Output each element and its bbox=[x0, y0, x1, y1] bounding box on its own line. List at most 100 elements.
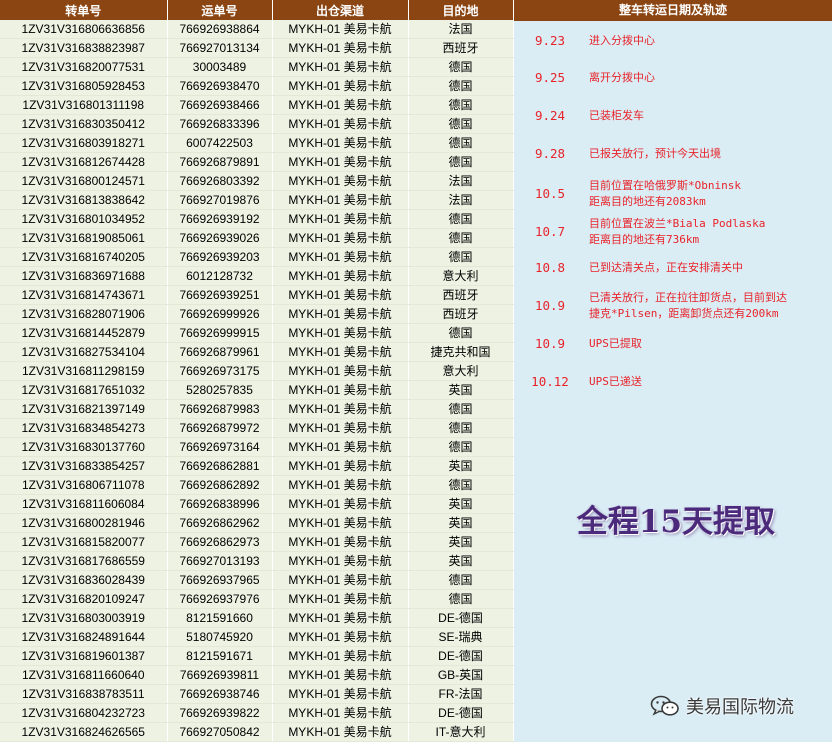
waybill-number-cell[interactable]: 766927013193 bbox=[167, 551, 273, 571]
channel-cell[interactable]: MYKH-01 美易卡航 bbox=[272, 703, 409, 723]
waybill-number-cell[interactable]: 766926999915 bbox=[167, 323, 273, 343]
destination-cell[interactable]: 西班牙 bbox=[408, 285, 514, 305]
channel-cell[interactable]: MYKH-01 美易卡航 bbox=[272, 304, 409, 324]
transfer-number-cell[interactable]: 1ZV31V316824626565 bbox=[0, 722, 168, 742]
header-tracking[interactable]: 整车转运日期及轨迹 bbox=[514, 0, 832, 21]
channel-cell[interactable]: MYKH-01 美易卡航 bbox=[272, 133, 409, 153]
waybill-number-cell[interactable]: 766926973164 bbox=[167, 437, 273, 457]
transfer-number-cell[interactable]: 1ZV31V316803918271 bbox=[0, 133, 168, 153]
channel-cell[interactable]: MYKH-01 美易卡航 bbox=[272, 513, 409, 533]
waybill-number-cell[interactable]: 766926833396 bbox=[167, 114, 273, 134]
waybill-number-cell[interactable]: 6012128732 bbox=[167, 266, 273, 286]
waybill-number-cell[interactable]: 8121591671 bbox=[167, 646, 273, 666]
destination-cell[interactable]: 德国 bbox=[408, 76, 514, 96]
destination-cell[interactable]: 法国 bbox=[408, 171, 514, 191]
transfer-number-cell[interactable]: 1ZV31V316806711078 bbox=[0, 475, 168, 495]
waybill-number-cell[interactable]: 766927019876 bbox=[167, 190, 273, 210]
transfer-number-cell[interactable]: 1ZV31V316801311198 bbox=[0, 95, 168, 115]
channel-cell[interactable]: MYKH-01 美易卡航 bbox=[272, 380, 409, 400]
header-waybill-number[interactable]: 运单号 bbox=[167, 0, 273, 20]
waybill-number-cell[interactable]: 766927013134 bbox=[167, 38, 273, 58]
channel-cell[interactable]: MYKH-01 美易卡航 bbox=[272, 38, 409, 58]
destination-cell[interactable]: 德国 bbox=[408, 247, 514, 267]
destination-cell[interactable]: 德国 bbox=[408, 323, 514, 343]
destination-cell[interactable]: 意大利 bbox=[408, 361, 514, 381]
transfer-number-cell[interactable]: 1ZV31V316800281946 bbox=[0, 513, 168, 533]
waybill-number-cell[interactable]: 766926862881 bbox=[167, 456, 273, 476]
transfer-number-cell[interactable]: 1ZV31V316814743671 bbox=[0, 285, 168, 305]
transfer-number-cell[interactable]: 1ZV31V316817651032 bbox=[0, 380, 168, 400]
channel-cell[interactable]: MYKH-01 美易卡航 bbox=[272, 722, 409, 742]
waybill-number-cell[interactable]: 5180745920 bbox=[167, 627, 273, 647]
channel-cell[interactable]: MYKH-01 美易卡航 bbox=[272, 114, 409, 134]
transfer-number-cell[interactable]: 1ZV31V316833854257 bbox=[0, 456, 168, 476]
transfer-number-cell[interactable]: 1ZV31V316815820077 bbox=[0, 532, 168, 552]
destination-cell[interactable]: 德国 bbox=[408, 418, 514, 438]
waybill-number-cell[interactable]: 8121591660 bbox=[167, 608, 273, 628]
destination-cell[interactable]: GB-英国 bbox=[408, 665, 514, 685]
transfer-number-cell[interactable]: 1ZV31V316812674428 bbox=[0, 152, 168, 172]
channel-cell[interactable]: MYKH-01 美易卡航 bbox=[272, 475, 409, 495]
channel-cell[interactable]: MYKH-01 美易卡航 bbox=[272, 171, 409, 191]
transfer-number-cell[interactable]: 1ZV31V316801034952 bbox=[0, 209, 168, 229]
waybill-number-cell[interactable]: 766926973175 bbox=[167, 361, 273, 381]
channel-cell[interactable]: MYKH-01 美易卡航 bbox=[272, 684, 409, 704]
transfer-number-cell[interactable]: 1ZV31V316804232723 bbox=[0, 703, 168, 723]
waybill-number-cell[interactable]: 766927050842 bbox=[167, 722, 273, 742]
channel-cell[interactable]: MYKH-01 美易卡航 bbox=[272, 665, 409, 685]
transfer-number-cell[interactable]: 1ZV31V316803003919 bbox=[0, 608, 168, 628]
destination-cell[interactable]: 英国 bbox=[408, 513, 514, 533]
waybill-number-cell[interactable]: 766926938470 bbox=[167, 76, 273, 96]
waybill-number-cell[interactable]: 766926938466 bbox=[167, 95, 273, 115]
waybill-number-cell[interactable]: 766926879972 bbox=[167, 418, 273, 438]
transfer-number-cell[interactable]: 1ZV31V316805928453 bbox=[0, 76, 168, 96]
channel-cell[interactable]: MYKH-01 美易卡航 bbox=[272, 152, 409, 172]
waybill-number-cell[interactable]: 766926879891 bbox=[167, 152, 273, 172]
waybill-number-cell[interactable]: 766926939203 bbox=[167, 247, 273, 267]
channel-cell[interactable]: MYKH-01 美易卡航 bbox=[272, 551, 409, 571]
destination-cell[interactable]: DE-德国 bbox=[408, 646, 514, 666]
transfer-number-cell[interactable]: 1ZV31V316838823987 bbox=[0, 38, 168, 58]
destination-cell[interactable]: 德国 bbox=[408, 570, 514, 590]
waybill-number-cell[interactable]: 766926939811 bbox=[167, 665, 273, 685]
destination-cell[interactable]: 德国 bbox=[408, 209, 514, 229]
transfer-number-cell[interactable]: 1ZV31V316828071906 bbox=[0, 304, 168, 324]
destination-cell[interactable]: IT-意大利 bbox=[408, 722, 514, 742]
destination-cell[interactable]: 德国 bbox=[408, 228, 514, 248]
waybill-number-cell[interactable]: 766926879983 bbox=[167, 399, 273, 419]
channel-cell[interactable]: MYKH-01 美易卡航 bbox=[272, 399, 409, 419]
channel-cell[interactable]: MYKH-01 美易卡航 bbox=[272, 532, 409, 552]
waybill-number-cell[interactable]: 766926939192 bbox=[167, 209, 273, 229]
channel-cell[interactable]: MYKH-01 美易卡航 bbox=[272, 190, 409, 210]
transfer-number-cell[interactable]: 1ZV31V316830350412 bbox=[0, 114, 168, 134]
transfer-number-cell[interactable]: 1ZV31V316817686559 bbox=[0, 551, 168, 571]
transfer-number-cell[interactable]: 1ZV31V316830137760 bbox=[0, 437, 168, 457]
waybill-number-cell[interactable]: 766926803392 bbox=[167, 171, 273, 191]
destination-cell[interactable]: 德国 bbox=[408, 475, 514, 495]
transfer-number-cell[interactable]: 1ZV31V316811606084 bbox=[0, 494, 168, 514]
destination-cell[interactable]: FR-法国 bbox=[408, 684, 514, 704]
transfer-number-cell[interactable]: 1ZV31V316813838642 bbox=[0, 190, 168, 210]
waybill-number-cell[interactable]: 766926999926 bbox=[167, 304, 273, 324]
destination-cell[interactable]: SE-瑞典 bbox=[408, 627, 514, 647]
waybill-number-cell[interactable]: 766926937976 bbox=[167, 589, 273, 609]
destination-cell[interactable]: 德国 bbox=[408, 399, 514, 419]
channel-cell[interactable]: MYKH-01 美易卡航 bbox=[272, 209, 409, 229]
waybill-number-cell[interactable]: 766926938864 bbox=[167, 20, 273, 39]
channel-cell[interactable]: MYKH-01 美易卡航 bbox=[272, 646, 409, 666]
transfer-number-cell[interactable]: 1ZV31V316821397149 bbox=[0, 399, 168, 419]
waybill-number-cell[interactable]: 766926939026 bbox=[167, 228, 273, 248]
transfer-number-cell[interactable]: 1ZV31V316806636856 bbox=[0, 20, 168, 39]
channel-cell[interactable]: MYKH-01 美易卡航 bbox=[272, 266, 409, 286]
destination-cell[interactable]: 英国 bbox=[408, 380, 514, 400]
destination-cell[interactable]: 德国 bbox=[408, 57, 514, 77]
header-warehouse-channel[interactable]: 出仓渠道 bbox=[272, 0, 409, 20]
channel-cell[interactable]: MYKH-01 美易卡航 bbox=[272, 76, 409, 96]
transfer-number-cell[interactable]: 1ZV31V316827534104 bbox=[0, 342, 168, 362]
waybill-number-cell[interactable]: 766926939251 bbox=[167, 285, 273, 305]
channel-cell[interactable]: MYKH-01 美易卡航 bbox=[272, 57, 409, 77]
destination-cell[interactable]: 德国 bbox=[408, 114, 514, 134]
destination-cell[interactable]: 捷克共和国 bbox=[408, 342, 514, 362]
header-destination[interactable]: 目的地 bbox=[408, 0, 514, 20]
destination-cell[interactable]: 德国 bbox=[408, 589, 514, 609]
